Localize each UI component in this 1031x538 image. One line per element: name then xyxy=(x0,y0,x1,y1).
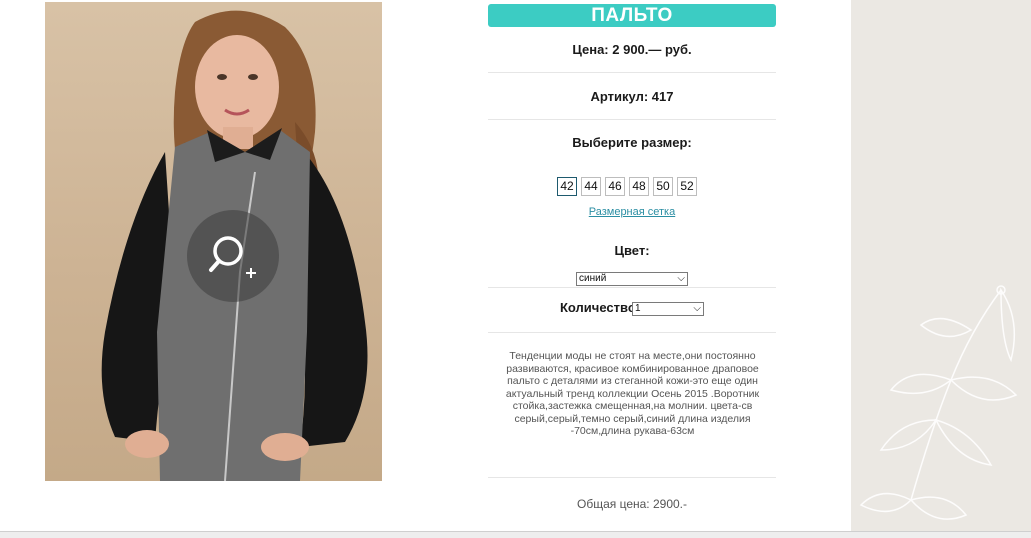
divider xyxy=(488,287,776,288)
size-option-52[interactable]: 52 xyxy=(677,177,697,196)
size-option-46[interactable]: 46 xyxy=(605,177,625,196)
product-photo[interactable] xyxy=(45,2,382,481)
divider xyxy=(488,72,776,73)
chevron-down-icon: ⌵ xyxy=(693,303,701,314)
size-option-48[interactable]: 48 xyxy=(629,177,649,196)
product-article: Артикул: 417 xyxy=(590,89,674,104)
magnifier-plus-icon xyxy=(209,236,256,278)
size-selector: 42 44 46 48 50 52 xyxy=(557,177,697,196)
product-price: Цена: 2 900.— руб. xyxy=(572,42,692,57)
bottom-scrollbar[interactable] xyxy=(0,531,1031,538)
divider xyxy=(488,332,776,333)
decorative-side-panel xyxy=(851,0,1031,532)
color-select-value: синий xyxy=(579,273,607,284)
quantity-select-value: 1 xyxy=(635,303,641,314)
choose-size-label: Выберите размер: xyxy=(572,135,692,150)
size-chart-link[interactable]: Размерная сетка xyxy=(488,206,776,218)
color-label: Цвет: xyxy=(614,243,650,258)
floral-ornament-icon xyxy=(859,285,1018,520)
divider xyxy=(488,477,776,478)
quantity-select[interactable]: 1 ⌵ xyxy=(632,302,704,316)
divider xyxy=(488,119,776,120)
size-option-44[interactable]: 44 xyxy=(581,177,601,196)
product-description: Тенденции моды не стоят на месте,они пос… xyxy=(505,350,760,437)
product-title: ПАЛЬТО xyxy=(488,4,776,27)
color-select[interactable]: синий ⌵ xyxy=(576,272,688,286)
quantity-label: Количество: xyxy=(560,300,641,315)
size-option-50[interactable]: 50 xyxy=(653,177,673,196)
size-option-42[interactable]: 42 xyxy=(557,177,577,196)
zoom-button[interactable] xyxy=(187,210,279,302)
total-price: Общая цена: 2900.- xyxy=(577,497,687,511)
chevron-down-icon: ⌵ xyxy=(677,273,685,284)
